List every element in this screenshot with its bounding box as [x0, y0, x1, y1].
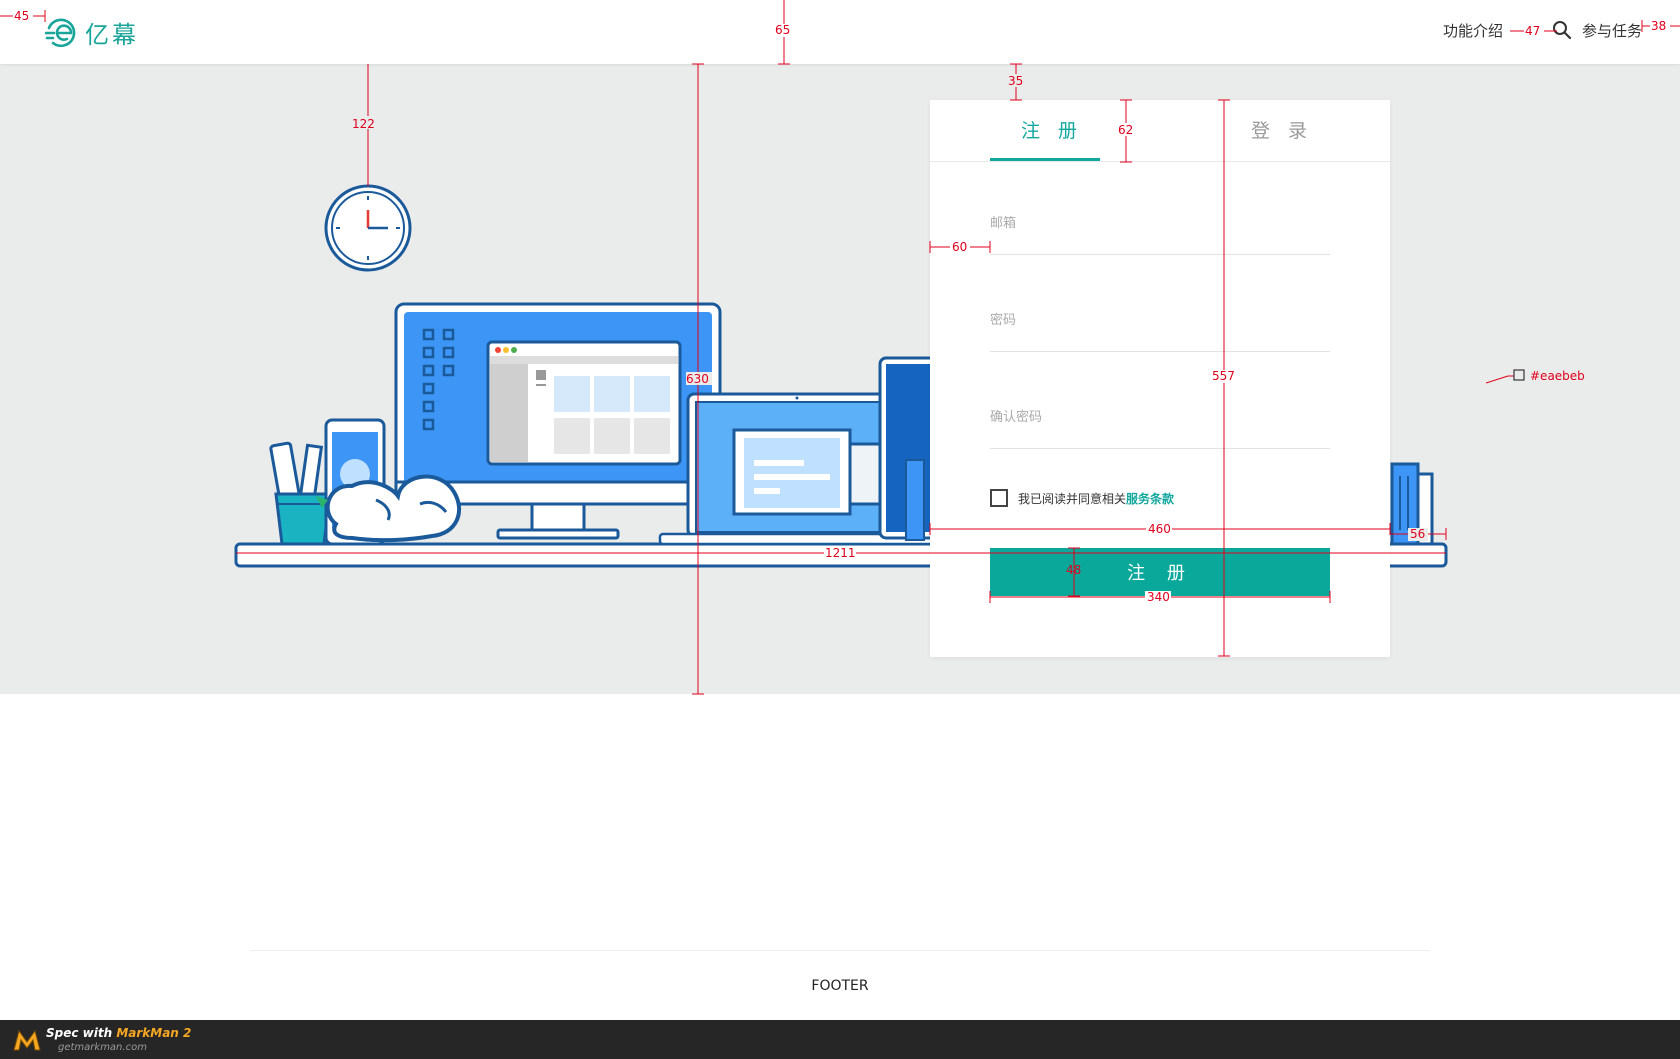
confirm-password-input[interactable] [990, 397, 1330, 437]
logo[interactable]: 亿幕 [45, 15, 139, 50]
terms-link[interactable]: 服务条款 [1126, 490, 1174, 507]
footer-divider [250, 950, 1430, 951]
markman-bar: Spec with MarkMan 2 getmarkman.com [0, 1020, 1680, 1059]
nav-features-link[interactable]: 功能介绍 [1443, 20, 1503, 41]
top-header: 亿幕 功能介绍 参与任务 [0, 0, 1680, 64]
register-card: 注 册 登 录 我已阅读并同意相关 服务条款 注 册 [930, 100, 1390, 657]
terms-agreement: 我已阅读并同意相关 服务条款 [990, 489, 1174, 507]
logo-icon [45, 18, 76, 47]
password-input[interactable] [990, 300, 1330, 340]
tab-login[interactable]: 登 录 [1251, 116, 1313, 143]
brand-name: 亿幕 [85, 21, 139, 49]
search-icon[interactable] [1550, 18, 1574, 42]
markman-title[interactable]: Spec with MarkMan 2 [46, 1026, 191, 1040]
books-icon [1390, 462, 1434, 546]
agree-text: 我已阅读并同意相关 [1018, 491, 1127, 506]
confirm-password-field-wrap [990, 389, 1330, 449]
agree-checkbox[interactable] [990, 489, 1008, 507]
page: 亿幕 功能介绍 参与任务 注 册 登 录 邮箱 我已阅读并同意相关 服务条款 注… [0, 0, 1680, 1059]
pencil-cup-icon [269, 441, 332, 546]
top-nav: 功能介绍 参与任务 [1443, 18, 1642, 42]
markman-name: MarkMan 2 [116, 1026, 192, 1040]
footer-text: FOOTER [811, 978, 869, 994]
register-submit-button[interactable]: 注 册 [990, 548, 1330, 596]
nav-tasks-link[interactable]: 参与任务 [1582, 20, 1642, 41]
tab-register[interactable]: 注 册 [1021, 116, 1083, 143]
markman-prefix: Spec with [46, 1026, 117, 1040]
markman-site[interactable]: getmarkman.com [58, 1042, 147, 1053]
email-input[interactable] [990, 203, 1330, 243]
active-tab-indicator [990, 158, 1100, 161]
auth-tabs: 注 册 登 录 [930, 100, 1390, 162]
markman-logo-icon [13, 1029, 41, 1051]
hero-section [0, 64, 1680, 694]
clock-icon [324, 184, 412, 272]
workspace-illustration [234, 64, 1448, 568]
password-field-wrap [990, 292, 1330, 352]
email-field-wrap [990, 195, 1330, 255]
